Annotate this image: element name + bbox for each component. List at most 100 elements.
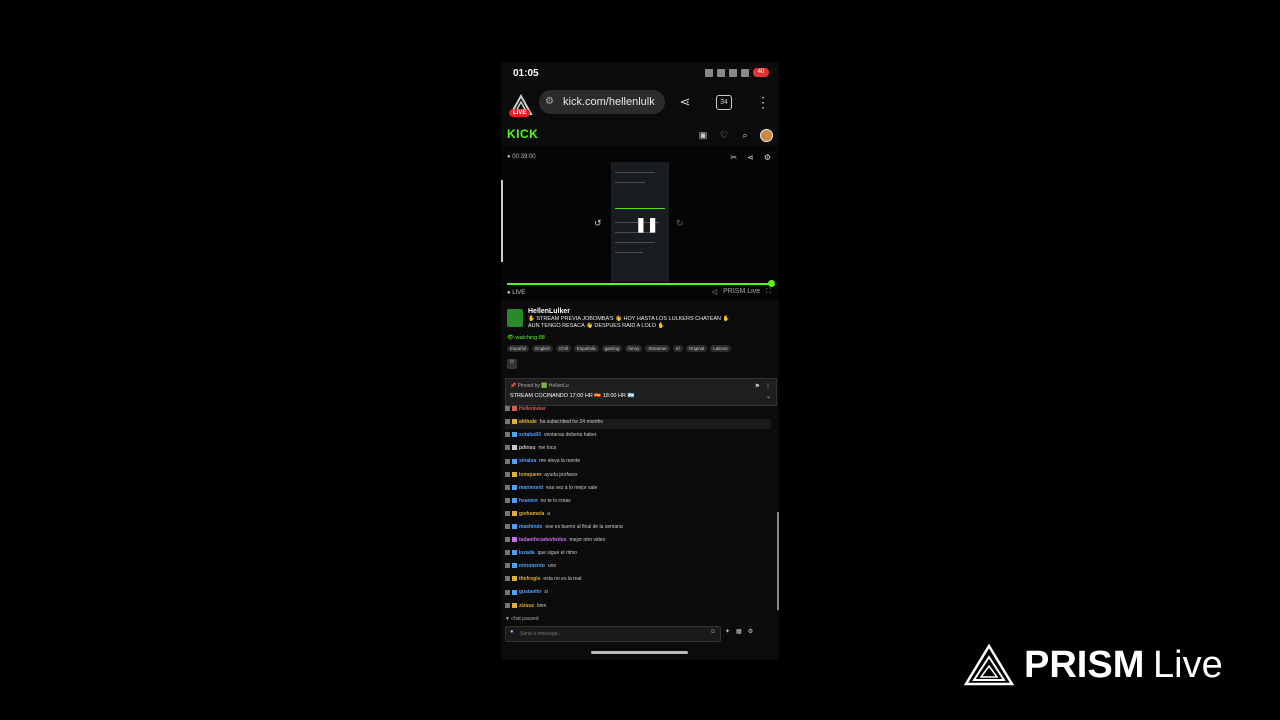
chat-message[interactable]: sinaloa me eleva la mente [505,458,771,468]
chat-username[interactable]: Hellenluker [519,406,546,412]
chat-message[interactable]: lozada que sigue el ritmo [505,550,771,560]
emote-icon[interactable]: ☺ [507,359,517,369]
chat-input[interactable] [520,629,700,638]
tag-chip[interactable]: Original [685,345,708,352]
chat-message[interactable]: gorkamola a [505,511,771,521]
tag-chip[interactable]: Chill [556,345,571,352]
gift-icon[interactable]: ▣ [697,130,709,141]
chat-username[interactable]: lomquem [519,472,541,478]
chat-input-box[interactable]: ● ☺ [505,626,721,642]
url-text[interactable]: kick.com/hellenlulk [563,96,661,108]
channel-info: HellenLulker ✋ STREAM PREVIA JOBOMBA’S 👋… [501,306,779,369]
chat-text: que sigue el ritmo [537,550,578,557]
tag-chip[interactable]: Español [507,345,530,352]
player-share-icon[interactable]: ⋖ [747,153,754,162]
chat-message[interactable]: altitude ha subscribed for 24 months [505,419,771,430]
chat-username[interactable]: lozada [519,550,535,556]
chat-message[interactable]: gustavito si [505,589,771,599]
gesture-nav-bar[interactable] [591,651,688,654]
chat-text: bien [537,602,547,609]
subscriber-badge-icon [512,419,517,425]
chat-message[interactable]: lomquem ayuda porfavor [505,472,771,482]
player-settings-icon[interactable]: ⚙ [764,153,771,162]
mic-icon[interactable]: ● [510,629,514,635]
chat-username[interactable]: tadamfxcaduvbrdos [519,537,567,543]
overflow-menu-icon[interactable]: ⋮ [756,94,770,111]
chat-message[interactable]: marimonti esa vez a lo mejor sale [505,485,771,495]
pause-icon[interactable]: ❚❚ [635,216,658,232]
tag-chip[interactable]: Española [573,345,599,352]
volume-icon[interactable]: ◁ [712,288,717,296]
video-player[interactable]: ● 00:39:00 ✂ ⋖ ⚙ ↺ ❚❚ ↻ ● LIVE ◁ PRISM L… [501,146,779,300]
chat-username[interactable]: gustavito [519,589,541,595]
user-avatar[interactable] [760,129,773,142]
url-bar[interactable]: ⚙ kick.com/hellenlulk [539,90,665,114]
chat-message[interactable]: hsaxmx no te lo creas [505,498,771,508]
tag-chip[interactable]: Streamer [645,345,670,352]
fullscreen-icon[interactable]: ⛶ [766,288,771,296]
chat-username[interactable]: marimonti [519,485,543,491]
streamer-avatar[interactable] [507,309,523,327]
player-bottom-icons: ◁ PRISM Live ⛶ [712,288,771,296]
stream-title-line: AUN TENGO RESACA 👋 DESPUES RAID A LOLO ✋ [528,323,665,329]
emoji-icon[interactable]: ☺ [710,629,716,635]
tag-chip[interactable]: Irl [672,345,683,352]
forward-icon[interactable]: ↻ [676,218,684,229]
chat-username[interactable]: altitude [519,419,537,425]
preview-line [615,252,643,253]
subscriber-badge-icon [512,576,517,582]
site-settings-icon[interactable]: ⚙ [545,96,554,107]
chat-message[interactable]: tadamfxcaduvbrdos mejor otro video [505,537,771,547]
pin-icon[interactable]: ⚑ [755,383,760,390]
chat-username[interactable]: gorkamola [519,511,544,517]
chevron-down-icon[interactable]: ⌄ [766,393,771,400]
chat-message[interactable]: xotaludi3 ventanas deberia haber [505,432,771,442]
browser-toolbar: LIVE ⚙ kick.com/hellenlulk ⋖ 34 ⋮ [501,88,779,118]
tag-list: Español English Chill Española gaming funny St… [507,345,731,352]
streamer-name[interactable]: HellenLulker [528,308,570,315]
subscriber-badge-icon [512,524,517,530]
tag-chip[interactable]: funny [625,345,643,352]
chat-scrollbar[interactable] [777,512,779,610]
watermark-brand: PRISM [1024,644,1145,686]
chat-message[interactable]: pdinsu me toca [505,445,771,455]
more-icon[interactable]: ⋮ [765,383,771,390]
page-scrollbar[interactable] [501,180,503,262]
chat-message[interactable]: mirumento uno [505,563,771,573]
chat-message[interactable]: Hellenluker [505,406,771,416]
chat-username[interactable]: hsaxmx [519,498,538,504]
chat-username[interactable]: pdinsu [519,445,535,451]
chat-message[interactable]: thefrogis esta no es la real [505,576,771,586]
chat-username[interactable]: mirumento [519,563,545,569]
chat-username[interactable]: xotaludi3 [519,432,541,438]
search-icon[interactable]: ⌕ [739,130,751,141]
chat-message[interactable]: mashinds ese es bueno al final de la sema… [505,524,771,534]
badge-icon [505,563,510,569]
points-icon[interactable]: ✦ [725,628,730,635]
tag-chip[interactable]: gaming [601,345,623,352]
chat-paused-note[interactable]: ▼ chat paused [505,616,539,622]
badge-icon [505,602,510,608]
clip-icon[interactable]: ✂ [730,153,737,162]
tag-chip[interactable]: English [532,345,554,352]
chat-username[interactable]: mashinds [519,524,542,530]
calendar-icon[interactable]: ▦ [736,628,742,635]
heart-icon[interactable]: ♡ [718,130,730,141]
chat-username[interactable]: thefrogis [519,576,540,582]
badge-icon [505,406,510,412]
rewind-icon[interactable]: ↺ [594,218,602,229]
progress-bar[interactable] [507,283,773,285]
share-icon[interactable]: ⋖ [677,94,693,110]
pinned-message[interactable]: 📌 Pinned by 🟩 HellenLu STREAM COCINANDO … [505,378,777,406]
subscriber-badge-icon [512,550,517,556]
chat-username[interactable]: zizuuz [519,603,534,609]
watermark-suffix: Live [1153,644,1223,686]
chat-text: uno [547,563,557,570]
tab-count-icon[interactable]: 34 [716,95,732,110]
tag-chip[interactable]: Latinos [710,345,731,352]
kick-logo[interactable]: KICK [507,127,538,141]
chat-message[interactable]: zizuuz bien [505,603,771,613]
progress-knob[interactable] [768,280,775,287]
chat-settings-icon[interactable]: ⚙ [748,628,753,635]
chat-username[interactable]: sinaloa [519,458,536,464]
